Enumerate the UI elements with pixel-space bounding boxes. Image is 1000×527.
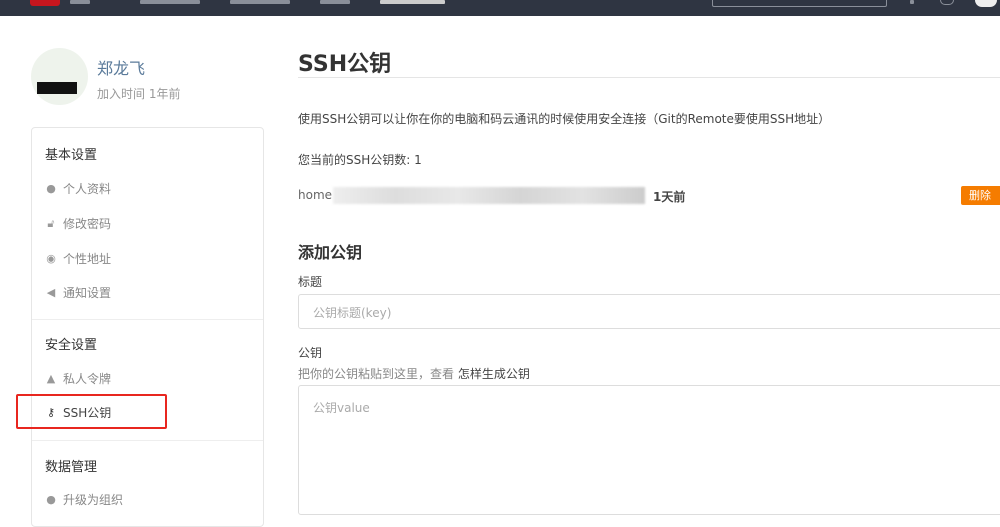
highlight-box bbox=[16, 394, 167, 429]
how-to-generate-link[interactable]: 怎样生成公钥 bbox=[458, 367, 530, 381]
key-time: 1天前 bbox=[653, 190, 686, 204]
key-count: 您当前的SSH公钥数: 1 bbox=[298, 153, 422, 167]
key-label: 公钥 bbox=[298, 346, 323, 360]
sidebar-item-profile[interactable]: ● 个人资料 bbox=[45, 180, 111, 197]
key-value-textarea[interactable]: 公钥value bbox=[298, 385, 1000, 515]
compass-icon: ◉ bbox=[46, 251, 56, 265]
label: 修改密码 bbox=[63, 217, 112, 231]
settings-sidebar: 基本设置 ● 个人资料 🔓︎ 修改密码 ◉ 个性地址 ◀ 通知设置 安全设置 ▲ 私人令牌… bbox=[31, 127, 264, 527]
search-input[interactable] bbox=[712, 0, 887, 7]
label: 通知设置 bbox=[63, 286, 112, 300]
user-name[interactable]: 郑龙飞 bbox=[97, 55, 145, 79]
help-icon[interactable] bbox=[940, 0, 954, 5]
divider bbox=[32, 440, 263, 441]
key-hint: 把你的公钥粘贴到这里，查看 怎样生成公钥 bbox=[298, 365, 530, 382]
nav-item[interactable] bbox=[320, 0, 350, 4]
sidebar-item-password[interactable]: 🔓︎ 修改密码 bbox=[45, 215, 111, 232]
user-icon: ● bbox=[46, 181, 56, 195]
logo-text bbox=[70, 0, 90, 4]
divider bbox=[298, 77, 1000, 78]
nav-item[interactable] bbox=[380, 0, 445, 4]
redacted-fingerprint bbox=[333, 187, 645, 204]
label: 个性地址 bbox=[63, 252, 112, 266]
avatar[interactable] bbox=[31, 48, 88, 105]
delete-key-button[interactable]: 删除 bbox=[961, 186, 1000, 205]
bell-icon[interactable] bbox=[910, 0, 914, 4]
token-icon: ▲ bbox=[46, 371, 56, 385]
logo[interactable] bbox=[30, 0, 60, 6]
divider bbox=[32, 319, 263, 320]
page-title: SSH公钥 bbox=[298, 52, 392, 77]
group-icon: ● bbox=[46, 492, 56, 506]
sidebar-item-tokens[interactable]: ▲ 私人令牌 bbox=[45, 370, 111, 387]
label: 个人资料 bbox=[63, 182, 112, 196]
nav-item[interactable] bbox=[140, 0, 200, 4]
label: 升级为组织 bbox=[63, 493, 124, 507]
sidebar-item-address[interactable]: ◉ 个性地址 bbox=[45, 250, 111, 267]
description: 使用SSH公钥可以让你在你的电脑和码云通讯的时候使用安全连接（Git的Remot… bbox=[298, 112, 831, 126]
key-name: home bbox=[298, 188, 333, 202]
add-key-heading: 添加公钥 bbox=[298, 243, 363, 262]
section-title: 基本设置 bbox=[45, 148, 98, 163]
label: 私人令牌 bbox=[63, 372, 112, 386]
top-navbar bbox=[0, 0, 1000, 16]
hint-text: 把你的公钥粘贴到这里，查看 bbox=[298, 367, 455, 381]
key-title-input[interactable]: 公钥标题(key) bbox=[298, 294, 1000, 329]
sidebar-item-upgrade-org[interactable]: ● 升级为组织 bbox=[45, 491, 123, 508]
title-label: 标题 bbox=[298, 275, 323, 289]
nav-item[interactable] bbox=[230, 0, 290, 4]
sidebar-item-notifications[interactable]: ◀ 通知设置 bbox=[45, 284, 111, 301]
volume-icon: ◀ bbox=[46, 285, 56, 299]
joined-time: 加入时间 1年前 bbox=[97, 87, 181, 101]
avatar-menu[interactable] bbox=[975, 0, 997, 7]
section-title: 安全设置 bbox=[45, 338, 98, 353]
lock-icon: 🔓︎ bbox=[47, 216, 55, 230]
section-title: 数据管理 bbox=[45, 460, 98, 475]
